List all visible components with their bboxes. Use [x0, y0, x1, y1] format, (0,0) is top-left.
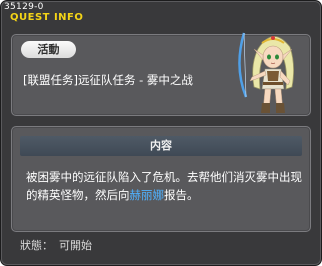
- npc-name-link: 赫丽娜: [129, 188, 165, 202]
- quest-summary-panel: 活動 [联盟任务]远征队任务 - 雾中之战: [11, 32, 311, 116]
- category-badge: 活動: [21, 41, 76, 58]
- quest-description: 被困雾中的远征队陷入了危机。去帮他们消灭雾中出现的精英怪物，然后向赫丽娜报告。: [26, 168, 302, 204]
- quest-id: 35129-0: [4, 2, 44, 12]
- quest-name: [联盟任务]远征队任务 - 雾中之战: [23, 73, 193, 87]
- quest-content-panel: 内容 被困雾中的远征队陷入了危机。去帮他们消灭雾中出现的精英怪物，然后向赫丽娜报…: [11, 126, 311, 232]
- window-title: QUEST INFO: [10, 12, 84, 23]
- desc-text-2: 报告。: [164, 188, 199, 202]
- content-header: 内容: [20, 136, 302, 156]
- quest-info-window: 35129-0 QUEST INFO 活動 [联盟任务]远征队任务 - 雾中之战: [0, 0, 322, 266]
- status-value: 可開始: [59, 239, 92, 252]
- status-label: 狀態：: [20, 239, 53, 252]
- quest-status: 狀態： 可開始: [20, 237, 92, 253]
- title-bar[interactable]: 35129-0 QUEST INFO: [1, 1, 321, 27]
- npc-portrait-icon: [238, 32, 294, 113]
